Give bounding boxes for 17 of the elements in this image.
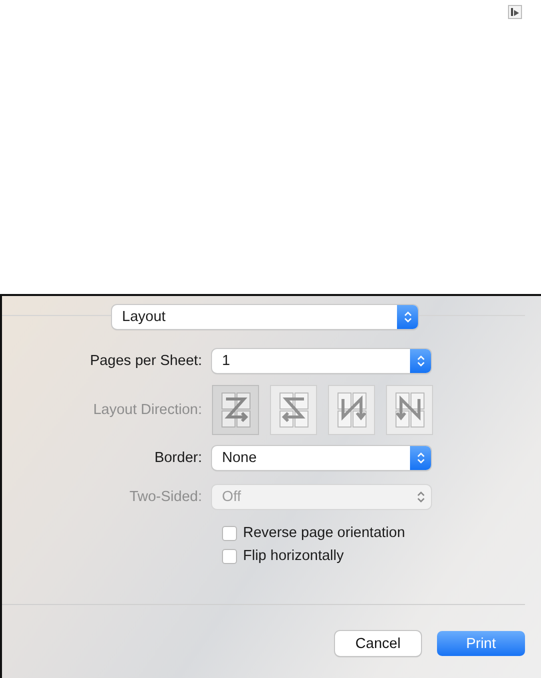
chevron-icon (416, 355, 424, 367)
chevron-icon (416, 491, 424, 503)
field-label: Layout Direction: (92, 402, 203, 418)
pages-per-sheet-dropdown[interactable]: 1 (212, 349, 431, 373)
chevron-icon (416, 452, 424, 464)
checkbox-label: Flip horizontally (243, 548, 344, 564)
border-dropdown[interactable]: None (212, 446, 431, 470)
field-label: Two-Sided: (128, 489, 203, 505)
field-label: Pages per Sheet: (88, 353, 203, 369)
panel-icon[interactable] (508, 5, 522, 19)
preset-dropdown[interactable]: Layout (112, 305, 418, 329)
checkbox-label: Reverse page orientation (243, 525, 406, 541)
cancel-button[interactable]: Cancel (335, 631, 421, 656)
checkbox[interactable] (222, 548, 237, 564)
checkbox[interactable] (222, 526, 237, 540)
field-label: Border: (153, 450, 203, 466)
chevron-icon (404, 311, 412, 323)
